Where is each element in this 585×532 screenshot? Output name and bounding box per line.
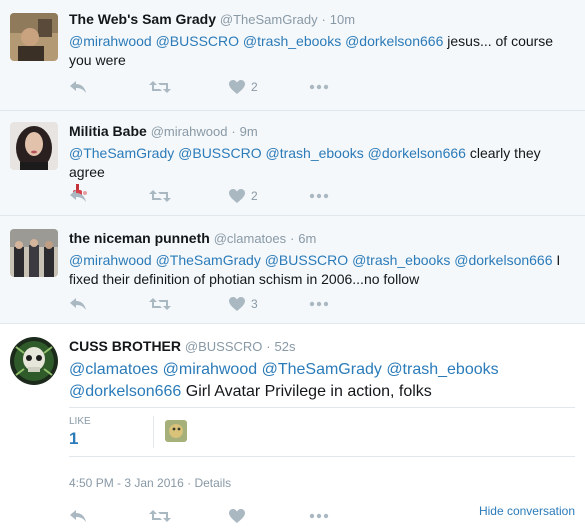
display-name[interactable]: CUSS BROTHER (69, 338, 181, 354)
tweet-text: @mirahwood @BUSSCRO @trash_ebooks @dorke… (69, 32, 575, 70)
tweet-3[interactable]: the niceman punneth @clamatoes · 6m @mir… (0, 216, 585, 324)
retweet-button[interactable] (149, 509, 229, 523)
like-stat[interactable]: LIKE 1 (69, 416, 149, 449)
timestamp[interactable]: 10m (330, 12, 355, 27)
tweet-body: Girl Avatar Privilege in action, folks (185, 383, 432, 400)
heart-icon (229, 509, 245, 523)
like-stat-label: LIKE (69, 416, 91, 427)
like-count: 2 (251, 80, 258, 94)
reply-button[interactable] (69, 189, 149, 203)
mention[interactable]: @dorkelson666 (368, 145, 466, 161)
retweet-button[interactable] (149, 297, 229, 311)
avatar-clamatoes[interactable] (10, 229, 58, 277)
avatar-busscro[interactable] (10, 337, 58, 385)
mention[interactable]: @TheSamGrady (262, 361, 382, 378)
liker-avatar[interactable] (165, 420, 187, 442)
tweet-text: @mirahwood @TheSamGrady @BUSSCRO @trash_… (69, 251, 575, 289)
like-button[interactable]: 3 (229, 297, 309, 311)
more-icon (309, 513, 329, 519)
tweet-actions: 2 (69, 186, 329, 206)
tweet-header: CUSS BROTHER @BUSSCRO · 52s (69, 338, 296, 354)
tweet-header: The Web's Sam Grady @TheSamGrady · 10m (69, 11, 356, 27)
more-button[interactable] (309, 193, 329, 199)
more-icon (309, 301, 329, 307)
tweet-actions: 3 (69, 294, 329, 314)
timestamp[interactable]: 9m (240, 124, 258, 139)
username[interactable]: @clamatoes (214, 231, 286, 246)
heart-icon (229, 297, 245, 311)
retweet-icon (149, 510, 171, 522)
mention[interactable]: @trash_ebooks (265, 145, 363, 161)
timestamp[interactable]: 52s (275, 339, 296, 354)
full-timestamp[interactable]: 4:50 PM - 3 Jan 2016 (69, 476, 184, 490)
retweet-icon (149, 81, 171, 93)
heart-icon (229, 189, 245, 203)
mention[interactable]: @mirahwood (163, 361, 258, 378)
more-icon (309, 193, 329, 199)
display-name[interactable]: the niceman punneth (69, 230, 210, 246)
tweet-stats: LIKE 1 (69, 407, 575, 457)
like-count: 2 (251, 189, 258, 203)
mention[interactable]: @dorkelson666 (69, 383, 181, 400)
like-button[interactable]: 2 (229, 189, 309, 203)
like-stat-count: 1 (69, 429, 79, 448)
mention[interactable]: @trash_ebooks (243, 33, 341, 49)
reply-button[interactable] (69, 297, 149, 311)
reply-icon (70, 190, 86, 202)
reply-button[interactable] (69, 80, 149, 94)
heart-icon (229, 80, 245, 94)
display-name[interactable]: The Web's Sam Grady (69, 11, 216, 27)
mention[interactable]: @dorkelson666 (345, 33, 443, 49)
tweet-header: the niceman punneth @clamatoes · 6m (69, 230, 317, 246)
tweet-actions: 2 (69, 77, 329, 97)
tweet-2[interactable]: Militia Babe @mirahwood · 9m @TheSamGrad… (0, 111, 585, 216)
avatar-samgrady[interactable] (10, 13, 58, 61)
tweet-header: Militia Babe @mirahwood · 9m (69, 123, 258, 139)
tweet-1[interactable]: The Web's Sam Grady @TheSamGrady · 10m @… (0, 0, 585, 111)
mention[interactable]: @clamatoes (69, 361, 158, 378)
more-button[interactable] (309, 513, 329, 519)
mention[interactable]: @BUSSCRO (265, 252, 348, 268)
retweet-icon (149, 190, 171, 202)
mention[interactable]: @TheSamGrady (156, 252, 261, 268)
reply-icon (70, 298, 86, 310)
more-button[interactable] (309, 301, 329, 307)
mention[interactable]: @dorkelson666 (454, 252, 552, 268)
more-icon (309, 84, 329, 90)
avatar-mirahwood[interactable] (10, 122, 58, 170)
retweet-icon (149, 298, 171, 310)
mention[interactable]: @trash_ebooks (352, 252, 450, 268)
tweet-actions (69, 506, 329, 526)
hide-conversation-link[interactable]: Hide conversation (479, 504, 575, 518)
details-link[interactable]: Details (194, 476, 231, 490)
tweet-datetime: 4:50 PM - 3 Jan 2016 · Details (69, 476, 232, 490)
tweet-text: @clamatoes @mirahwood @TheSamGrady @tras… (69, 359, 575, 403)
reply-button[interactable] (69, 509, 149, 523)
like-count: 3 (251, 297, 258, 311)
retweet-button[interactable] (149, 189, 229, 203)
reply-icon (70, 510, 86, 522)
mention[interactable]: @trash_ebooks (386, 361, 498, 378)
mention[interactable]: @BUSSCRO (156, 33, 239, 49)
username[interactable]: @BUSSCRO (185, 339, 263, 354)
mention[interactable]: @mirahwood (69, 252, 152, 268)
more-button[interactable] (309, 84, 329, 90)
like-button[interactable]: 2 (229, 80, 309, 94)
display-name[interactable]: Militia Babe (69, 123, 147, 139)
reply-icon (70, 81, 86, 93)
mention[interactable]: @TheSamGrady (69, 145, 174, 161)
username[interactable]: @mirahwood (151, 124, 228, 139)
retweet-button[interactable] (149, 80, 229, 94)
timestamp[interactable]: 6m (298, 231, 316, 246)
username[interactable]: @TheSamGrady (220, 12, 318, 27)
main-tweet: CUSS BROTHER @BUSSCRO · 52s @clamatoes @… (0, 324, 585, 532)
mention[interactable]: @BUSSCRO (178, 145, 261, 161)
like-button[interactable] (229, 509, 309, 523)
mention[interactable]: @mirahwood (69, 33, 152, 49)
